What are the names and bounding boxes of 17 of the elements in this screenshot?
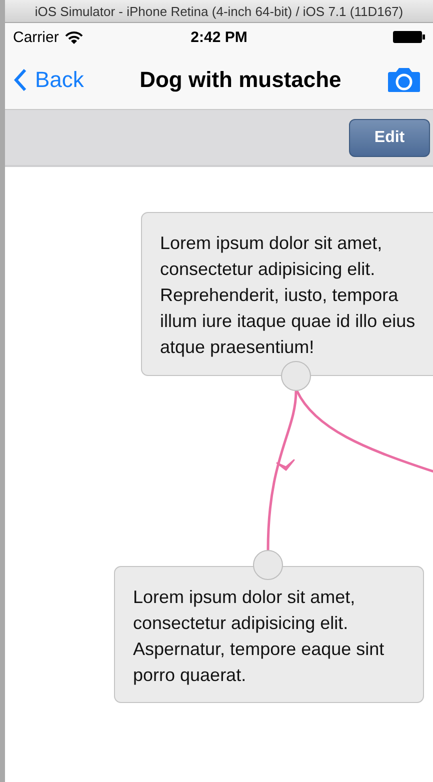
camera-button[interactable] xyxy=(387,67,421,93)
chevron-icon xyxy=(14,69,27,91)
window-title: iOS Simulator - iPhone Retina (4-inch 64-bit) / iOS 7.1 (11D167) xyxy=(34,4,404,18)
connector-handle[interactable] xyxy=(281,361,311,391)
back-button[interactable]: Back xyxy=(14,67,84,93)
note-text: Lorem ipsum dolor sit amet, consectetur adipisicing elit. Aspernatur, tempore eaque sint porro quaerat. xyxy=(133,586,386,687)
note-card[interactable]: Lorem ipsum dolor sit amet, consectetur adipisicing elit. Reprehenderit, iusto, tempora illum iure itaque quae id illo eius atque praesentium! xyxy=(141,212,433,376)
connector-handle[interactable] xyxy=(253,550,283,580)
status-time: 2:42 PM xyxy=(190,28,248,46)
wifi-icon xyxy=(64,30,83,44)
nav-title: Dog with mustache xyxy=(138,67,342,93)
battery-icon xyxy=(393,31,426,43)
edit-button[interactable]: Edit xyxy=(349,118,430,156)
carrier-label: Carrier xyxy=(13,28,59,46)
note-card[interactable]: Lorem ipsum dolor sit amet, consectetur adipisicing elit. Aspernatur, tempore eaque sint porro quaerat. xyxy=(114,566,424,703)
camera-icon xyxy=(387,67,421,93)
note-text: Lorem ipsum dolor sit amet, consectetur adipisicing elit. Reprehenderit, iusto, tempora illum iure itaque quae id illo eius atque praesentium! xyxy=(160,232,416,359)
